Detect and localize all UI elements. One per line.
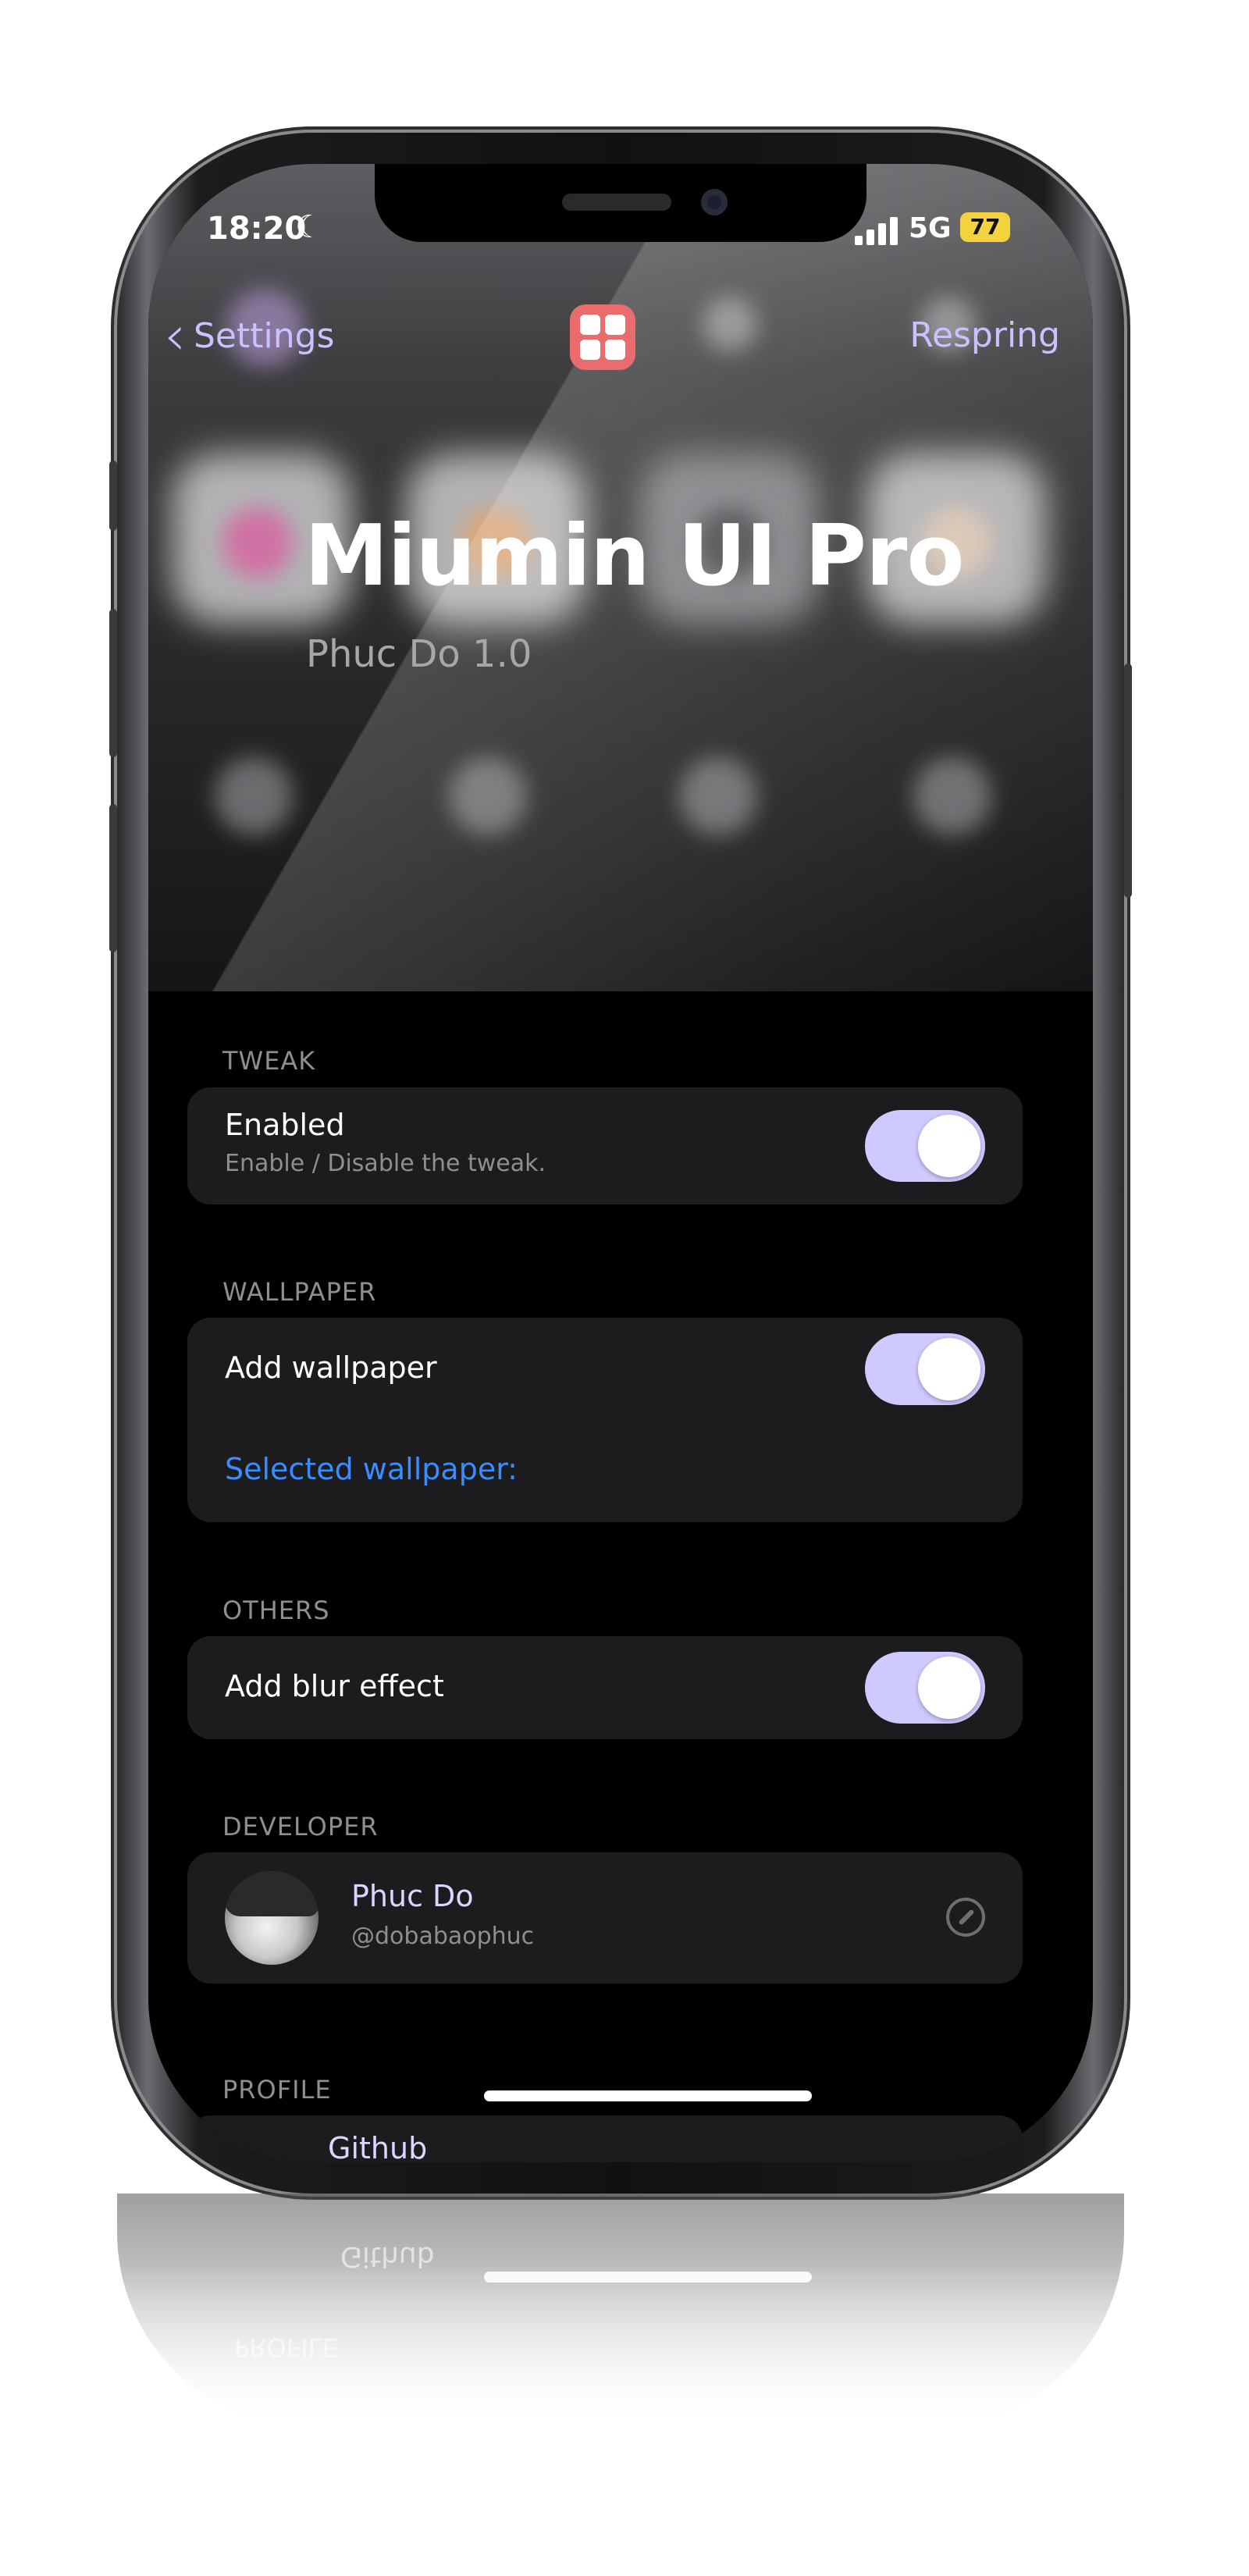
battery-icon: 77 xyxy=(960,212,1010,242)
avatar xyxy=(225,1871,318,1965)
volume-up-button xyxy=(109,609,117,757)
section-header-profile: PROFILE xyxy=(222,2075,332,2105)
back-label: Settings xyxy=(194,315,335,356)
section-header-developer: DEVELOPER xyxy=(222,1812,379,1841)
phone-screen: 18:20 ☾ 5G 77 ‹ Settings Respring Miumin… xyxy=(148,164,1093,2162)
developer-handle: @dobabaophuc xyxy=(351,1923,535,1950)
tweak-card: Enabled Enable / Disable the tweak. xyxy=(187,1087,1023,1204)
moon-icon: ☾ xyxy=(295,209,323,245)
selected-wallpaper-link[interactable]: Selected wallpaper: xyxy=(225,1452,518,1486)
earpiece-speaker xyxy=(562,194,671,211)
blur-effect-toggle[interactable] xyxy=(865,1652,985,1724)
cellular-signal-icon xyxy=(855,217,898,245)
profile-card[interactable]: Github xyxy=(187,2115,1023,2162)
respring-button[interactable]: Respring xyxy=(909,304,1060,367)
page-title: Miumin UI Pro xyxy=(304,507,965,605)
others-card: Add blur effect xyxy=(187,1636,1023,1739)
compass-icon[interactable] xyxy=(946,1898,985,1937)
section-header-wallpaper: WALLPAPER xyxy=(222,1277,377,1307)
phone-frame: 18:20 ☾ 5G 77 ‹ Settings Respring Miumin… xyxy=(109,133,1132,2194)
developer-name: Phuc Do xyxy=(351,1879,474,1913)
page-subtitle: Phuc Do 1.0 xyxy=(306,632,532,676)
section-header-others: OTHERS xyxy=(222,1596,330,1625)
developer-card[interactable]: Phuc Do @dobabaophuc xyxy=(187,1852,1023,1984)
add-wallpaper-title: Add wallpaper xyxy=(225,1350,437,1385)
grid-app-icon xyxy=(570,304,635,370)
wallpaper-card: Add wallpaper Selected wallpaper: xyxy=(187,1318,1023,1522)
enabled-toggle[interactable] xyxy=(865,1110,985,1182)
add-wallpaper-toggle[interactable] xyxy=(865,1333,985,1405)
volume-down-button xyxy=(109,804,117,952)
enabled-title: Enabled xyxy=(225,1108,345,1142)
status-time: 18:20 xyxy=(207,211,307,247)
section-header-tweak: TWEAK xyxy=(222,1046,316,1076)
network-type: 5G xyxy=(909,212,952,244)
mute-switch xyxy=(109,461,117,531)
phone-reflection: Github PROFILE xyxy=(117,2194,1124,2428)
power-button xyxy=(1124,664,1132,898)
chevron-left-icon: ‹ xyxy=(164,304,186,368)
status-bar: 18:20 ☾ 5G 77 xyxy=(148,209,1093,258)
blur-effect-title: Add blur effect xyxy=(225,1669,444,1703)
navigation-bar: ‹ Settings Respring xyxy=(148,304,1093,370)
home-indicator[interactable] xyxy=(484,2090,812,2101)
github-label: Github xyxy=(328,2131,428,2162)
back-button[interactable]: ‹ Settings xyxy=(164,304,334,367)
enabled-subtitle: Enable / Disable the tweak. xyxy=(225,1150,546,1177)
